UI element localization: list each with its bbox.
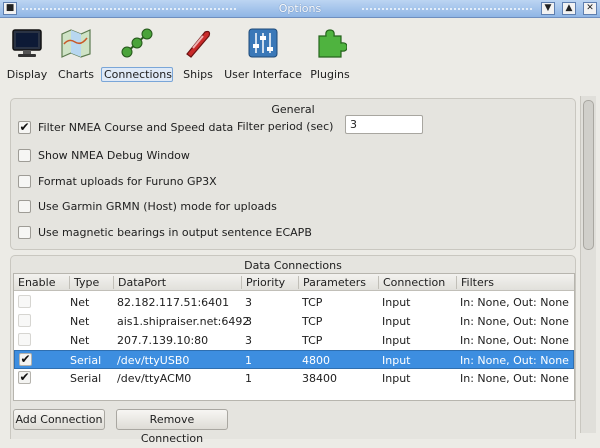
filter-nmea-label: Filter NMEA Course and Speed data bbox=[38, 121, 234, 134]
cell-connection: Input bbox=[382, 372, 411, 385]
table-row-selected[interactable]: ✔ Serial /dev/ttyUSB0 1 4800 Input In: N… bbox=[14, 350, 574, 369]
close-button[interactable]: ✕ bbox=[583, 2, 597, 15]
toolbar-label-display: Display bbox=[6, 68, 48, 81]
furuno-checkbox[interactable] bbox=[18, 175, 31, 188]
puzzle-icon bbox=[318, 29, 347, 58]
cell-type: Serial bbox=[70, 372, 102, 385]
table-header: Enable Type DataPort Priority Parameters… bbox=[14, 274, 574, 291]
cell-connection: Input bbox=[382, 334, 411, 347]
cell-parameters: 38400 bbox=[302, 372, 337, 385]
nmea-debug-checkbox[interactable] bbox=[18, 149, 31, 162]
enable-checkbox[interactable] bbox=[18, 295, 31, 308]
cell-filters: In: None, Out: None bbox=[460, 315, 569, 328]
cell-filters: In: None, Out: None bbox=[460, 296, 569, 309]
table-row[interactable]: Net ais1.shipraiser.net:6492 3 TCP Input… bbox=[14, 312, 574, 331]
cell-priority: 1 bbox=[245, 354, 252, 367]
maximize-button[interactable]: ▲ bbox=[562, 2, 576, 15]
cell-priority: 1 bbox=[245, 372, 252, 385]
col-enable[interactable]: Enable bbox=[18, 276, 55, 289]
furuno-label: Format uploads for Furuno GP3X bbox=[38, 175, 217, 188]
filter-period-label: Filter period (sec) bbox=[237, 120, 334, 133]
cell-dataport: /dev/ttyUSB0 bbox=[117, 354, 190, 367]
scrollbar-thumb[interactable] bbox=[583, 100, 594, 250]
col-type[interactable]: Type bbox=[69, 276, 99, 289]
ship-icon bbox=[186, 30, 211, 58]
col-filters[interactable]: Filters bbox=[456, 276, 494, 289]
toolbar-label-connections: Connections bbox=[101, 67, 173, 82]
cell-parameters: TCP bbox=[302, 334, 323, 347]
toolbar-display[interactable]: Display bbox=[4, 22, 50, 84]
monitor-icon bbox=[12, 29, 42, 57]
title-bar[interactable]: ■ Options ▼ ▲ ✕ bbox=[0, 0, 600, 18]
garmin-label: Use Garmin GRMN (Host) mode for uploads bbox=[38, 200, 277, 213]
general-group: General ✔ Filter NMEA Course and Speed d… bbox=[10, 98, 576, 250]
cell-priority: 3 bbox=[245, 296, 252, 309]
connections-icon bbox=[121, 28, 153, 58]
vertical-scrollbar[interactable] bbox=[580, 96, 596, 433]
connections-table[interactable]: Enable Type DataPort Priority Parameters… bbox=[13, 273, 575, 401]
cell-type: Net bbox=[70, 334, 90, 347]
cell-dataport: 82.182.117.51:6401 bbox=[117, 296, 230, 309]
cell-filters: In: None, Out: None bbox=[460, 334, 569, 347]
toolbar-plugins[interactable]: Plugins bbox=[308, 22, 352, 84]
cell-connection: Input bbox=[382, 354, 411, 367]
cell-type: Serial bbox=[70, 354, 102, 367]
col-connection[interactable]: Connection bbox=[378, 276, 445, 289]
cell-parameters: TCP bbox=[302, 296, 323, 309]
sliders-icon bbox=[248, 28, 278, 58]
cell-parameters: 4800 bbox=[302, 354, 330, 367]
toolbar-label-user-interface: User Interface bbox=[224, 68, 302, 81]
enable-checkbox[interactable] bbox=[18, 314, 31, 327]
toolbar-charts[interactable]: Charts bbox=[54, 22, 98, 84]
general-group-title: General bbox=[271, 103, 315, 116]
cell-dataport: /dev/ttyACM0 bbox=[117, 372, 192, 385]
data-connections-title: Data Connections bbox=[244, 259, 342, 272]
magnetic-bearings-checkbox[interactable] bbox=[18, 226, 31, 239]
col-dataport[interactable]: DataPort bbox=[113, 276, 166, 289]
nmea-debug-label: Show NMEA Debug Window bbox=[38, 149, 190, 162]
cell-filters: In: None, Out: None bbox=[460, 354, 569, 367]
toolbar-user-interface[interactable]: User Interface bbox=[224, 22, 302, 84]
add-connection-button[interactable]: Add Connection bbox=[13, 409, 105, 430]
toolbar-label-charts: Charts bbox=[58, 68, 94, 81]
title-grip bbox=[362, 8, 532, 10]
enable-checkbox[interactable] bbox=[18, 333, 31, 346]
col-parameters[interactable]: Parameters bbox=[298, 276, 366, 289]
cell-type: Net bbox=[70, 296, 90, 309]
toolbar-label-ships: Ships bbox=[183, 68, 213, 81]
cell-filters: In: None, Out: None bbox=[460, 372, 569, 385]
cell-dataport: 207.7.139.10:80 bbox=[117, 334, 209, 347]
table-row[interactable]: ✔ Serial /dev/ttyACM0 1 38400 Input In: … bbox=[14, 369, 574, 388]
toolbar-label-plugins: Plugins bbox=[310, 68, 350, 81]
filter-period-input[interactable]: 3 bbox=[345, 115, 423, 134]
toolbar-ships[interactable]: Ships bbox=[178, 22, 218, 84]
cell-priority: 3 bbox=[245, 334, 252, 347]
options-toolbar: Display Charts Connections Ships User In… bbox=[0, 20, 600, 86]
table-row[interactable]: Net 82.182.117.51:6401 3 TCP Input In: N… bbox=[14, 293, 574, 312]
cell-connection: Input bbox=[382, 296, 411, 309]
chart-map-icon bbox=[61, 29, 91, 58]
magnetic-bearings-label: Use magnetic bearings in output sentence… bbox=[38, 226, 312, 239]
cell-type: Net bbox=[70, 315, 90, 328]
cell-connection: Input bbox=[382, 315, 411, 328]
filter-nmea-checkbox[interactable]: ✔ bbox=[18, 121, 31, 134]
minimize-button[interactable]: ▼ bbox=[541, 2, 555, 15]
toolbar-connections[interactable]: Connections bbox=[101, 22, 173, 84]
cell-parameters: TCP bbox=[302, 315, 323, 328]
cell-dataport: ais1.shipraiser.net:6492 bbox=[117, 315, 250, 328]
remove-connection-button[interactable]: Remove Connection bbox=[116, 409, 228, 445]
col-priority[interactable]: Priority bbox=[241, 276, 285, 289]
cell-priority: 3 bbox=[245, 315, 252, 328]
garmin-checkbox[interactable] bbox=[18, 200, 31, 213]
enable-checkbox[interactable]: ✔ bbox=[18, 371, 31, 384]
enable-checkbox[interactable]: ✔ bbox=[19, 353, 32, 366]
table-row[interactable]: Net 207.7.139.10:80 3 TCP Input In: None… bbox=[14, 331, 574, 350]
